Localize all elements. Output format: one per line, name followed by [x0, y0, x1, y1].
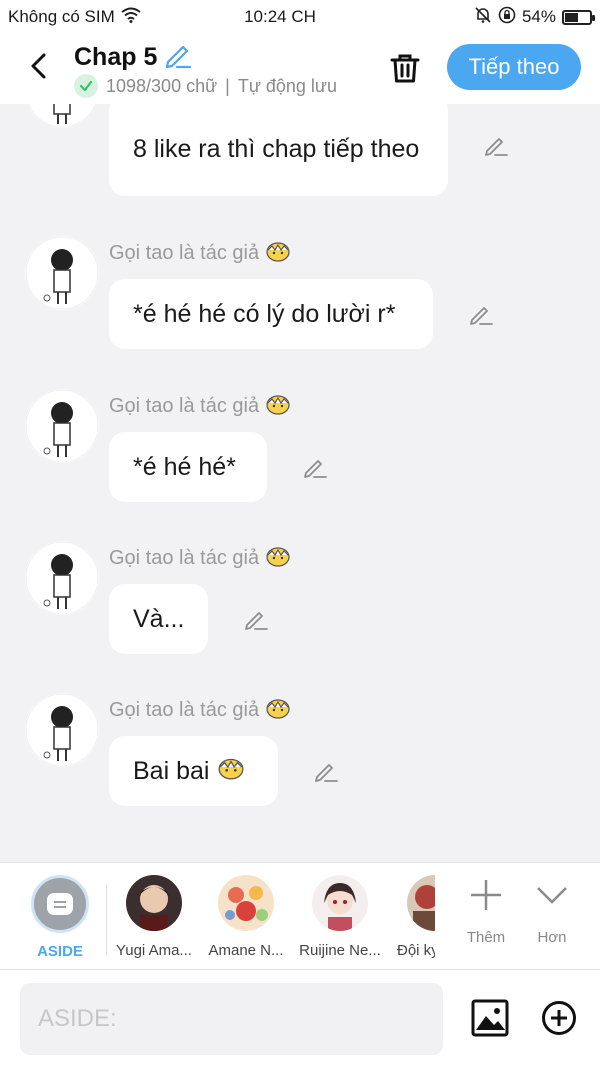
message-text: 8 like ra thì chap tiếp theo	[133, 134, 420, 163]
collapse-label: Hơn	[537, 929, 567, 946]
collapse-button[interactable]: Hơn	[522, 877, 582, 946]
message-text: Và...	[133, 604, 185, 633]
word-count: 1098/300 chữ	[106, 75, 218, 96]
character-name: Amane N...	[208, 942, 284, 959]
chick-emoji-icon	[217, 754, 245, 788]
message-bubble[interactable]: *é hé hé có lý do lười r*	[109, 279, 433, 349]
character-item[interactable]: Ruijine Ne...	[295, 875, 385, 959]
avatar	[126, 875, 182, 931]
avatar	[312, 875, 368, 931]
divider	[106, 885, 107, 955]
author-name: Gọi tao là tác giả	[109, 546, 260, 569]
add-character-label: Thêm	[466, 929, 506, 946]
author-row: Gọi tao là tác giả	[109, 391, 291, 421]
message-bubble[interactable]: *é hé hé*	[109, 432, 267, 502]
avatar[interactable]	[25, 389, 99, 463]
avatar	[218, 875, 274, 931]
title-row: Chap 5	[74, 40, 193, 75]
status-row: 1098/300 chữ | Tự động lưu	[74, 74, 337, 98]
message-bubble[interactable]: Bai bai	[109, 736, 278, 806]
plus-circle-icon	[542, 1001, 576, 1035]
add-character-button[interactable]: Thêm	[456, 877, 516, 946]
message-text: Bai bai	[133, 756, 210, 785]
edit-message-icon[interactable]	[467, 300, 495, 328]
character-name: Đội kỵ	[397, 942, 435, 959]
message-bubble[interactable]: Và...	[109, 584, 208, 654]
message-input[interactable]	[20, 983, 443, 1055]
chick-emoji-icon	[265, 238, 291, 268]
chevron-down-icon	[537, 887, 567, 904]
rotation-lock-icon	[498, 6, 516, 29]
check-icon	[74, 74, 98, 98]
author-row: Gọi tao là tác giả	[109, 543, 291, 573]
message-bubble[interactable]: 8 like ra thì chap tiếp theo	[109, 104, 448, 196]
avatar[interactable]	[25, 104, 99, 128]
aside-label: ASIDE	[37, 943, 83, 960]
mute-bell-icon	[474, 6, 492, 29]
add-button[interactable]	[541, 1000, 577, 1036]
carrier-label: Không có SIM	[8, 7, 115, 26]
edit-message-icon[interactable]	[301, 453, 329, 481]
author-row: Gọi tao là tác giả	[109, 238, 291, 268]
message-text: *é hé hé*	[133, 452, 236, 481]
avatar	[407, 875, 435, 931]
avatar[interactable]	[25, 236, 99, 310]
back-button[interactable]	[20, 48, 56, 84]
avatar[interactable]	[25, 693, 99, 767]
chick-emoji-icon	[265, 543, 291, 573]
character-item[interactable]: Yugi Ama...	[109, 875, 199, 959]
author-row: Gọi tao là tác giả	[109, 695, 291, 725]
chick-emoji-icon	[265, 695, 291, 725]
battery-icon	[562, 9, 595, 25]
edit-title-icon[interactable]	[163, 40, 193, 75]
character-name: Yugi Ama...	[116, 942, 192, 959]
message-text: *é hé hé có lý do lười r*	[133, 299, 396, 328]
chapter-title: Chap 5	[74, 43, 158, 71]
input-bar	[0, 970, 600, 1067]
wifi-icon	[121, 7, 141, 28]
character-bar: ASIDE Yugi Ama... Amane N... Ruijine Ne.…	[0, 862, 600, 970]
author-name: Gọi tao là tác giả	[109, 394, 260, 417]
avatar[interactable]	[25, 541, 99, 615]
edit-message-icon[interactable]	[242, 605, 270, 633]
chick-emoji-icon	[265, 391, 291, 421]
separator: |	[225, 75, 230, 96]
character-item[interactable]: Đội kỵ	[387, 875, 435, 959]
author-name: Gọi tao là tác giả	[109, 241, 260, 264]
editor-header: Chap 5 1098/300 chữ | Tự động lưu Tiếp t…	[0, 34, 600, 104]
next-button[interactable]: Tiếp theo	[447, 44, 581, 90]
status-bar: Không có SIM 10:24 CH 54%	[0, 0, 600, 34]
delete-button[interactable]	[384, 47, 426, 89]
status-time: 10:24 CH	[244, 7, 316, 26]
edit-message-icon[interactable]	[482, 131, 510, 159]
chevron-left-icon	[31, 53, 46, 79]
edit-message-icon[interactable]	[312, 757, 340, 785]
autosave-label: Tự động lưu	[237, 75, 337, 96]
battery-percent: 54%	[521, 7, 556, 26]
trash-icon	[390, 54, 420, 83]
character-name: Ruijine Ne...	[299, 942, 381, 959]
plus-icon	[471, 880, 501, 910]
author-name: Gọi tao là tác giả	[109, 698, 260, 721]
aside-icon	[31, 875, 89, 933]
character-item[interactable]: Amane N...	[201, 875, 291, 959]
image-icon	[471, 999, 509, 1037]
character-aside[interactable]: ASIDE	[15, 875, 105, 960]
status-right: 54%	[372, 6, 595, 29]
chat-area[interactable]: 8 like ra thì chap tiếp theo Gọi tao là …	[0, 104, 600, 862]
insert-image-button[interactable]	[470, 998, 510, 1038]
